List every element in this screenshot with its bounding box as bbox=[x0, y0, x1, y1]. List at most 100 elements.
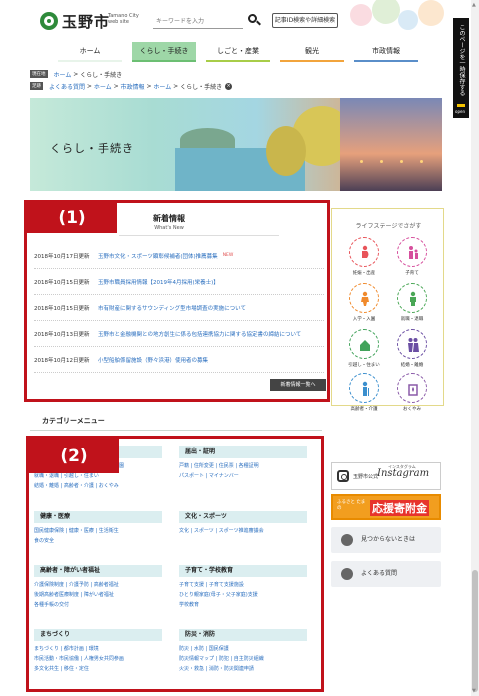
category-title[interactable]: 健康・医療 bbox=[34, 511, 162, 523]
category-link[interactable]: 国民健康保険 bbox=[34, 528, 64, 534]
news-link[interactable]: 玉野市職員採用情報【2019年4月採用(栄養士)】 bbox=[98, 278, 219, 286]
nav-work-industry[interactable]: しごと・産業 bbox=[206, 42, 270, 62]
life-stage-childcare[interactable]: 子育て bbox=[392, 237, 432, 276]
city-emblem-icon[interactable] bbox=[40, 12, 58, 30]
category-link[interactable]: おくやみ bbox=[99, 483, 119, 489]
nav-city-info[interactable]: 市政情報 bbox=[354, 42, 418, 62]
category-link[interactable]: 介護予防 bbox=[69, 582, 89, 588]
category-link[interactable]: 防災 bbox=[179, 646, 189, 652]
current-location-row: 現在地 ホーム > くらし・手続き bbox=[30, 70, 123, 79]
category-title[interactable]: 文化・スポーツ bbox=[179, 511, 307, 523]
site-logo-text[interactable]: 玉野市 bbox=[62, 11, 110, 32]
instagram-banner[interactable]: 玉野市公式 インスタグラム Instagram bbox=[331, 462, 441, 490]
news-subtitle: What's New bbox=[154, 225, 184, 231]
scroll-down-arrow-icon[interactable]: ▼ bbox=[472, 688, 476, 694]
category-link[interactable]: 結婚・離婚 bbox=[34, 483, 59, 489]
scroll-up-arrow-icon[interactable]: ▲ bbox=[472, 2, 476, 8]
news-link[interactable]: 市有財産に関するサウンディング型市場調査の実施について bbox=[98, 304, 246, 312]
category-link[interactable]: まちづくり bbox=[34, 646, 59, 652]
news-link[interactable]: 小型船舶係留施設（野々浜港）使用者の募集 bbox=[98, 356, 208, 364]
category-link[interactable]: スポーツ推進審議会 bbox=[219, 528, 264, 534]
category-title[interactable]: 届出・証明 bbox=[179, 446, 307, 458]
category-link[interactable]: 戸籍 bbox=[179, 463, 189, 469]
search-input[interactable] bbox=[153, 15, 243, 29]
category-link[interactable]: 生活衛生 bbox=[99, 528, 119, 534]
nav-life-procedures[interactable]: くらし・手続き bbox=[132, 42, 196, 62]
news-link[interactable]: 玉野市と金融機関との地方創生に係る包括連携協力に関する協定書の締結について bbox=[98, 330, 301, 338]
category-link[interactable]: 人権男女共同参画 bbox=[84, 656, 124, 662]
search-button[interactable] bbox=[247, 13, 261, 27]
nav-home[interactable]: ホーム bbox=[58, 42, 122, 62]
life-stage-school[interactable]: 入学・入園 bbox=[344, 283, 384, 322]
category-link[interactable]: 健康・医療 bbox=[69, 528, 94, 534]
category-link[interactable]: 後期高齢者医療制度 bbox=[34, 592, 79, 598]
category-link[interactable]: 介護保険制度 bbox=[34, 582, 64, 588]
category-link[interactable]: パスポート bbox=[179, 473, 204, 479]
category-link[interactable]: ひとり親家庭(母子・父子家庭)支援 bbox=[179, 592, 258, 598]
life-stage-pregnancy[interactable]: 妊娠・出産 bbox=[344, 237, 384, 276]
category-link[interactable]: 食の安全 bbox=[34, 538, 54, 544]
category-links: 子育て支援 | 子育て支援施設 ひとり親家庭(母子・父子家庭)支援 学校教育 bbox=[179, 582, 258, 608]
news-list-button[interactable]: 新着情報一覧へ bbox=[270, 379, 326, 391]
history-link[interactable]: よくある質問 bbox=[49, 82, 85, 91]
not-found-button[interactable]: 見つからないときは bbox=[331, 527, 441, 553]
close-icon[interactable]: × bbox=[225, 82, 233, 90]
category-link[interactable]: 子育て支援 bbox=[179, 582, 204, 588]
category-link[interactable]: 市民活動・市民協働 bbox=[34, 656, 79, 662]
category-link[interactable]: 自主防災組織 bbox=[234, 656, 264, 662]
category-link[interactable]: 環境 bbox=[89, 646, 99, 652]
category-link[interactable]: マイナンバー bbox=[209, 473, 239, 479]
history-link[interactable]: ホーム bbox=[153, 82, 171, 91]
history-link[interactable]: 市政情報 bbox=[121, 82, 145, 91]
news-item: 2018年10月15日更新 玉野市職員採用情報【2019年4月採用(栄養士)】 bbox=[34, 269, 324, 295]
category-link[interactable]: 各種証明 bbox=[239, 463, 259, 469]
category-link[interactable]: 子育て支援施設 bbox=[209, 582, 244, 588]
hero-title: くらし・手続き bbox=[50, 142, 134, 155]
category-title[interactable]: 防災・消防 bbox=[179, 629, 307, 641]
news-link[interactable]: 玉野市文化・スポーツ顕彰候補者(団体)推薦募集 bbox=[98, 252, 218, 260]
category-link[interactable]: 水防 bbox=[194, 646, 204, 652]
history-link[interactable]: ホーム bbox=[94, 82, 112, 91]
couple-icon bbox=[408, 338, 419, 352]
category-title[interactable]: 子育て・学校教育 bbox=[179, 565, 307, 577]
life-stage-elderly[interactable]: 高齢者・介護 bbox=[344, 373, 384, 412]
category-block: 高齢者・障がい者福祉 介護保険制度 | 介護予防 | 高齢者福祉 後期高齢者医療… bbox=[34, 565, 162, 610]
faq-button[interactable]: よくある質問 bbox=[331, 561, 441, 587]
category-link[interactable]: 多文化共生 bbox=[34, 666, 59, 672]
category-title[interactable]: 高齢者・障がい者福祉 bbox=[34, 565, 162, 577]
category-link[interactable]: 障がい者福祉 bbox=[84, 592, 114, 598]
category-link[interactable]: 都市計画 bbox=[64, 646, 84, 652]
category-link[interactable]: 住民票 bbox=[219, 463, 234, 469]
life-stage-title: ライフステージでさがす bbox=[355, 223, 422, 230]
life-stage-bereavement[interactable]: おくやみ bbox=[392, 373, 432, 412]
category-link[interactable]: 住所変更 bbox=[194, 463, 214, 469]
open-tab-button[interactable]: open bbox=[453, 100, 469, 118]
category-link[interactable]: 消防・防災関連申請 bbox=[209, 666, 254, 672]
category-link[interactable]: 防災情報マップ bbox=[179, 656, 214, 662]
category-link[interactable]: 移住・定住 bbox=[64, 666, 89, 672]
parent-child-icon bbox=[409, 246, 418, 259]
category-title[interactable]: まちづくり bbox=[34, 629, 162, 641]
site-logo-subtext: Tamano City web site bbox=[108, 13, 139, 25]
life-stage-marriage[interactable]: 結婚・離婚 bbox=[392, 329, 432, 368]
breadcrumb-link[interactable]: ホーム bbox=[54, 70, 72, 79]
category-block: 健康・医療 国民健康保険 | 健康・医療 | 生活衛生 食の安全 bbox=[34, 511, 162, 546]
nav-tourism[interactable]: 観光 bbox=[280, 42, 344, 62]
category-link[interactable]: 就職・退職 bbox=[34, 473, 59, 479]
category-link[interactable]: 高齢者・介護 bbox=[64, 483, 94, 489]
life-stage-employment[interactable]: 就職・退職 bbox=[392, 283, 432, 322]
category-link[interactable]: 引越し・住まい bbox=[64, 473, 99, 479]
category-link[interactable]: 防犯 bbox=[219, 656, 229, 662]
category-link[interactable]: スポーツ bbox=[194, 528, 214, 534]
life-stage-moving[interactable]: 引越し・住まい bbox=[344, 329, 384, 368]
category-link[interactable]: 火災・救急 bbox=[179, 666, 204, 672]
category-link[interactable]: 国民保護 bbox=[209, 646, 229, 652]
hometown-donation-banner[interactable]: ふるさと たまの 応援寄附金 bbox=[331, 494, 441, 520]
category-link[interactable]: 学校教育 bbox=[179, 602, 199, 608]
id-search-button[interactable]: 記事ID検索や詳細検索 bbox=[272, 13, 338, 28]
category-link[interactable]: 高齢者福祉 bbox=[94, 582, 119, 588]
category-link[interactable]: 各種手帳の交付 bbox=[34, 602, 69, 608]
scrollbar-thumb[interactable] bbox=[472, 570, 478, 692]
category-link[interactable]: 文化 bbox=[179, 528, 189, 534]
hero-banner: くらし・手続き bbox=[30, 98, 442, 191]
